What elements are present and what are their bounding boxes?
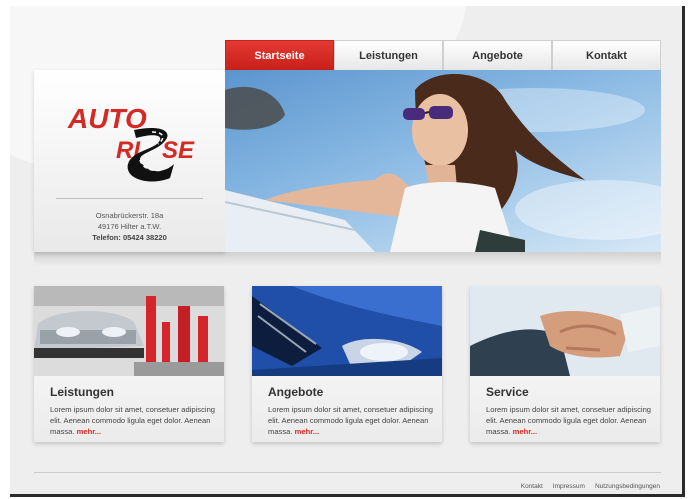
nav-item-angebote[interactable]: Angebote [443,40,552,70]
card-title: Service [486,385,529,399]
page-frame: Startseite Leistungen Angebote Kontakt A… [10,6,685,497]
more-link[interactable]: mehr... [295,427,319,436]
address-city: 49176 Hilter a.T.W. [97,222,162,231]
card-image-car [252,286,442,376]
logo-panel: AUTO RI SE Osnabrückerstr. 18a 49176 Hil… [34,70,225,252]
card-angebote[interactable]: Angebote Lorem ipsum dolor sit amet, con… [252,286,442,442]
address-street: Osnabrückerstr. 18a [95,211,164,220]
footer-link-impressum[interactable]: Impressum [553,483,585,490]
logo-divider [56,198,203,199]
hero-shadow [34,252,661,266]
card-image-handshake [470,286,660,376]
card-text: Lorem ipsum dolor sit amet, consetuer ad… [268,404,436,437]
card-image-garage [34,286,224,376]
more-link[interactable]: mehr... [513,427,537,436]
card-body: Lorem ipsum dolor sit amet, consetuer ad… [50,405,216,436]
card-title: Leistungen [50,385,115,399]
main-navigation: Startseite Leistungen Angebote Kontakt [225,40,661,70]
logo-text-auto: AUTO [67,103,147,134]
card-title: Angebote [268,385,324,399]
hero-image [225,70,661,252]
footer-divider [34,472,661,473]
nav-item-kontakt[interactable]: Kontakt [552,40,661,70]
card-leistungen[interactable]: Leistungen Lorem ipsum dolor sit amet, c… [34,286,224,442]
more-link[interactable]: mehr... [77,427,101,436]
card-text: Lorem ipsum dolor sit amet, consetuer ad… [486,404,654,437]
footer-links: Kontakt Impressum Nutzungsbedingungen [521,483,660,490]
card-service[interactable]: Service Lorem ipsum dolor sit amet, cons… [470,286,660,442]
nav-item-startseite[interactable]: Startseite [225,40,334,70]
company-logo[interactable]: AUTO RI SE [66,94,196,184]
footer-link-nutzungsbedingungen[interactable]: Nutzungsbedingungen [595,483,660,490]
hero-woman-illustration [225,73,661,252]
card-body: Lorem ipsum dolor sit amet, consetuer ad… [486,405,652,436]
footer-link-kontakt[interactable]: Kontakt [521,483,543,490]
card-text: Lorem ipsum dolor sit amet, consetuer ad… [50,404,218,437]
address-block: Osnabrückerstr. 18a 49176 Hilter a.T.W. … [34,210,225,243]
card-body: Lorem ipsum dolor sit amet, consetuer ad… [268,405,434,436]
nav-item-leistungen[interactable]: Leistungen [334,40,443,70]
logo-text-se: SE [162,137,195,164]
address-phone: Telefon: 05424 38220 [92,233,167,242]
